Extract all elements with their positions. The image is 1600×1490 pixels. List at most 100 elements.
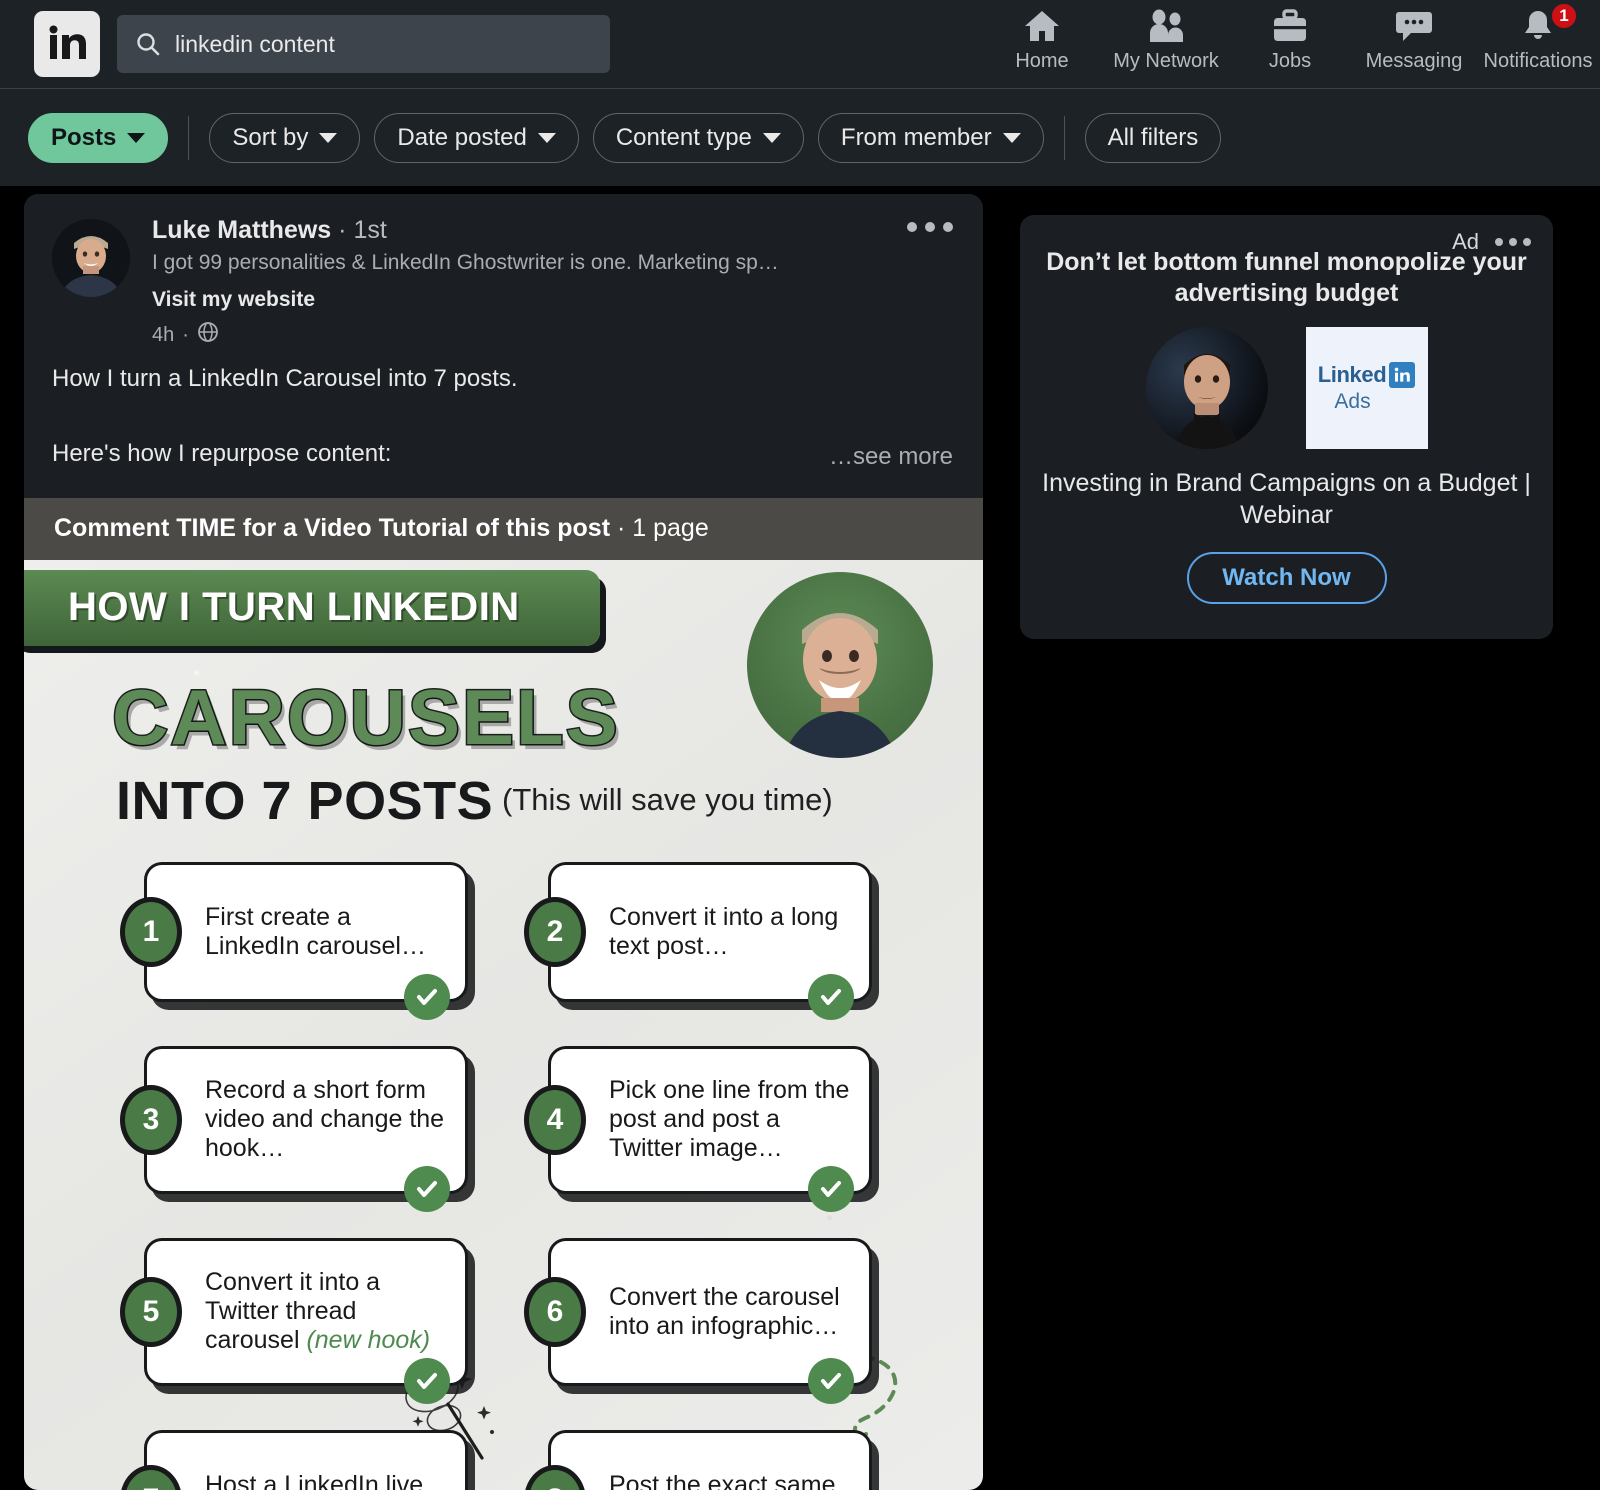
nav-item-my-network[interactable]: My Network: [1104, 6, 1228, 73]
step-box: Host a LinkedIn live event on the topic…: [144, 1429, 468, 1490]
step-text: Post the exact same post 3 months later…: [609, 1470, 836, 1490]
ad-brand-word: Linked: [1317, 361, 1387, 387]
step-item: 5 Convert it into a Twitter thread carou…: [120, 1237, 468, 1404]
step-row: 3 Record a short form video and change t…: [120, 1045, 983, 1212]
step-text: Pick one line from the post and post a T…: [609, 1076, 850, 1163]
linkedin-logo-icon[interactable]: [34, 11, 100, 77]
document-caption-title: Comment TIME for a Video Tutorial of thi…: [54, 514, 611, 543]
author-headshot-icon: [747, 571, 933, 758]
nav-item-list: Home My Network Jobs Messaging 1 Notific…: [980, 0, 1600, 89]
filter-posts-button[interactable]: Posts: [28, 112, 169, 163]
nav-item-label: Jobs: [1268, 49, 1312, 72]
step-text: Host a LinkedIn live event on the topic…: [205, 1470, 424, 1490]
document-caption-separator: ·: [616, 514, 626, 543]
filter-label: All filters: [1107, 123, 1199, 151]
notification-badge: 1: [1550, 1, 1578, 30]
main-content-area: Luke Matthews · 1st I got 99 personaliti…: [0, 187, 1600, 1490]
post-timestamp-separator: ·: [182, 323, 189, 346]
step-text-emphasis: (new hook): [306, 1326, 431, 1355]
step-number: 5: [120, 1276, 182, 1347]
filter-date-posted-button[interactable]: Date posted: [374, 112, 579, 163]
top-navigation-bar: Home My Network Jobs: [0, 0, 1600, 89]
post-author-line: Luke Matthews · 1st: [152, 216, 779, 245]
check-icon: [808, 1357, 854, 1404]
step-row: 7 Host a LinkedIn live event on the topi…: [120, 1429, 983, 1490]
post-author-name[interactable]: Luke Matthews: [152, 216, 331, 244]
step-item: 4 Pick one line from the post and post a…: [524, 1045, 872, 1212]
ad-more-options-icon[interactable]: [1495, 238, 1531, 246]
step-number: 3: [120, 1084, 182, 1155]
step-number: 1: [120, 896, 182, 967]
home-icon: [1023, 6, 1061, 46]
filter-label: Sort by: [232, 123, 309, 151]
slide-tagline: (This will save you time): [502, 781, 833, 817]
filter-from-member-button[interactable]: From member: [817, 112, 1044, 163]
slide-banner: HOW I TURN LINKEDIN: [24, 569, 600, 646]
filter-label: Date posted: [397, 123, 527, 151]
step-number: 4: [524, 1084, 586, 1155]
search-icon: [135, 31, 161, 57]
check-icon: [808, 1165, 854, 1212]
post-document-carousel[interactable]: Comment TIME for a Video Tutorial of thi…: [24, 497, 983, 1490]
ad-media-row: Linked Ads: [1042, 326, 1531, 449]
step-item: 1 First create a LinkedIn carousel…: [120, 861, 468, 1020]
filter-label: Posts: [51, 123, 117, 151]
ad-subtitle: Investing in Brand Campaigns on a Budget…: [1042, 468, 1531, 530]
nav-item-jobs[interactable]: Jobs: [1228, 6, 1352, 73]
chevron-down-icon: [1002, 132, 1021, 143]
filter-divider: [188, 115, 190, 160]
ad-headline: Don’t let bottom funnel monopolize your …: [1046, 248, 1527, 308]
step-item: 3 Record a short form video and change t…: [120, 1045, 468, 1212]
all-filters-button[interactable]: All filters: [1084, 112, 1222, 163]
nav-item-notifications[interactable]: 1 Notifications: [1476, 1, 1600, 73]
step-row: 1 First create a LinkedIn carousel… 2 Co…: [120, 861, 983, 1020]
search-box[interactable]: [117, 15, 610, 73]
filter-sort-by-button[interactable]: Sort by: [209, 112, 361, 163]
post-author-separator: ·: [338, 216, 347, 244]
nav-item-label: My Network: [1113, 49, 1219, 72]
filter-content-type-button[interactable]: Content type: [592, 112, 804, 163]
step-box: Post the exact same post 3 months later…: [548, 1429, 872, 1490]
step-item: 7 Host a LinkedIn live event on the topi…: [120, 1429, 468, 1490]
step-number: 6: [524, 1276, 586, 1347]
post-author-degree: 1st: [353, 216, 387, 244]
step-text: Convert the carousel into an infographic…: [609, 1282, 840, 1340]
nav-item-messaging[interactable]: Messaging: [1352, 6, 1476, 73]
step-text: Convert it into a long text post…: [609, 902, 839, 960]
feed-post-card: Luke Matthews · 1st I got 99 personaliti…: [24, 194, 983, 1490]
post-website-link[interactable]: Visit my website: [152, 288, 779, 312]
post-more-options-icon[interactable]: [907, 222, 953, 232]
slide-subtitle: INTO 7 POSTS: [116, 770, 494, 831]
nav-item-label: Home: [1015, 49, 1069, 72]
filter-label: From member: [840, 123, 992, 151]
avatar[interactable]: [52, 219, 130, 297]
step-item: 6 Convert the carousel into an infograph…: [524, 1237, 872, 1404]
chevron-down-icon: [762, 132, 781, 143]
chevron-down-icon: [127, 132, 146, 143]
slide-step-grid: 1 First create a LinkedIn carousel… 2 Co…: [24, 861, 983, 1490]
see-more-link[interactable]: …see more: [822, 442, 953, 471]
filter-divider: [1063, 115, 1065, 160]
filter-label: Content type: [615, 123, 752, 151]
advertiser-headshot-icon: [1145, 326, 1268, 449]
slide-title: CAROUSELS: [111, 671, 620, 762]
sponsored-ad-card: Ad Don’t let bottom funnel monopolize yo…: [1020, 215, 1553, 639]
chevron-down-icon: [537, 132, 556, 143]
search-input[interactable]: [175, 30, 575, 58]
check-icon: [404, 1357, 450, 1404]
globe-icon: [197, 321, 219, 349]
check-icon: [808, 973, 854, 1020]
post-author-meta: Luke Matthews · 1st I got 99 personaliti…: [152, 216, 779, 349]
message-bubble-icon: [1395, 6, 1433, 46]
ad-brand-subword: Ads: [1334, 389, 1371, 413]
linkedin-in-badge-icon: [1389, 361, 1416, 388]
post-text-body: How I turn a LinkedIn Carousel into 7 po…: [24, 349, 983, 471]
nav-item-label: Messaging: [1365, 49, 1463, 72]
nav-item-home[interactable]: Home: [980, 6, 1104, 73]
post-author-headline: I got 99 personalities & LinkedIn Ghostw…: [152, 251, 779, 274]
check-icon: [404, 1165, 450, 1212]
post-text-line-2: Here's how I repurpose content:: [52, 440, 392, 468]
check-icon: [404, 973, 450, 1020]
watch-now-button[interactable]: Watch Now: [1186, 551, 1387, 604]
post-text-line-1: How I turn a LinkedIn Carousel into 7 po…: [52, 365, 518, 392]
